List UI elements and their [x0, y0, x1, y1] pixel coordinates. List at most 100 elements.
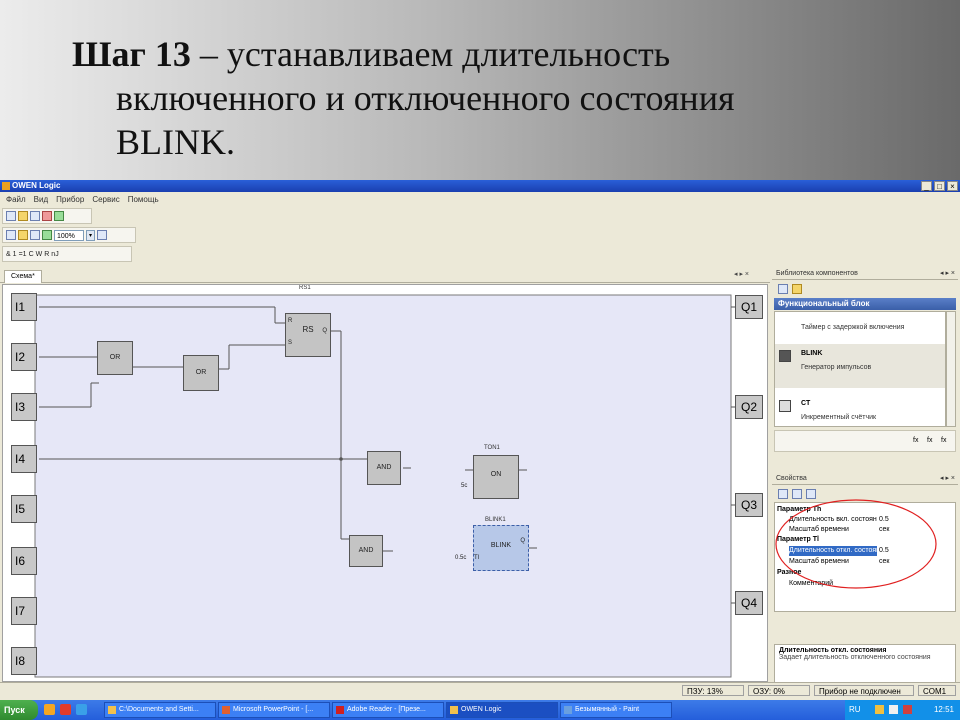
task-owen-logic[interactable]: OWEN Logic [446, 702, 558, 718]
task-acrobat[interactable]: Adobe Reader - [Презе... [332, 702, 444, 718]
library-panel-title: Библиотека компонентов ◂ ▸ × [772, 268, 958, 280]
rs-trigger-block[interactable]: RS R S Q [285, 313, 331, 357]
window-title: OWEN Logic [12, 181, 61, 190]
language-indicator[interactable]: RU [849, 700, 861, 720]
zoom-out-icon[interactable] [42, 230, 52, 240]
output-port-q3[interactable]: Q3 [735, 493, 763, 517]
save-icon[interactable] [30, 211, 40, 221]
menu-service[interactable]: Сервис [92, 193, 119, 207]
library-item-blink[interactable]: BLINK Генератор импульсов [775, 344, 945, 388]
zoom-fit-icon[interactable] [30, 230, 40, 240]
status-device: Прибор не подключен [814, 685, 914, 696]
new-file-icon[interactable] [6, 211, 16, 221]
menu-view[interactable]: Вид [34, 193, 48, 207]
fx-button-2[interactable]: fx [927, 437, 932, 444]
tray-volume-icon[interactable] [889, 705, 898, 714]
ton-time-input: 5c [461, 483, 468, 489]
library-item-ton[interactable]: Таймер с задержкой включения [775, 312, 945, 342]
and-gate-2[interactable]: AND [349, 535, 383, 567]
input-port-i2[interactable]: I2 [11, 343, 37, 371]
menu-file[interactable]: Файл [6, 193, 26, 207]
task-explorer[interactable]: C:\Documents and Setti... [104, 702, 216, 718]
library-category-header[interactable]: Функциональный блок [774, 298, 956, 310]
menubar: Файл Вид Прибор Сервис Помощь [0, 193, 960, 207]
menu-help[interactable]: Помощь [128, 193, 159, 207]
and-gate-tool[interactable]: & [6, 251, 11, 258]
panel-controls-icon[interactable]: ◂ ▸ × [940, 268, 955, 280]
output-port-q4[interactable]: Q4 [735, 591, 763, 615]
property-description-title: Длительность откл. состояния [779, 647, 887, 654]
chevron-down-icon[interactable]: ▾ [86, 229, 95, 241]
or-gate-tool[interactable]: 1 [13, 251, 17, 258]
device-write-icon[interactable] [42, 211, 52, 221]
open-folder-icon[interactable] [18, 211, 28, 221]
zoom-select[interactable]: 100% [54, 229, 84, 241]
quicklaunch-opera-icon[interactable] [60, 704, 71, 715]
input-port-i3[interactable]: I3 [11, 393, 37, 421]
xor-gate-tool[interactable]: =1 [19, 251, 27, 258]
logic-toolbar: & 1 =1 C W R nJ [2, 246, 132, 262]
output-port-q1[interactable]: Q1 [735, 295, 763, 319]
input-port-i4[interactable]: I4 [11, 445, 37, 473]
panel-controls-icon[interactable]: ◂ ▸ × [940, 473, 955, 485]
task-powerpoint[interactable]: Microsoft PowerPoint - [... [218, 702, 330, 718]
quicklaunch-browser-icon[interactable] [44, 704, 55, 715]
and-gate-2-label: AND [358, 547, 374, 554]
grid-icon[interactable] [6, 230, 16, 240]
tab-scheme[interactable]: Схема* [4, 270, 42, 283]
fx-button-1[interactable]: fx [913, 437, 918, 444]
minimize-button[interactable]: _ [921, 181, 932, 191]
quicklaunch-ie-icon[interactable] [76, 704, 87, 715]
slide-header: Шаг 13 – устанавливаем длительность вклю… [0, 0, 960, 180]
task-acrobat-label: Adobe Reader - [Презе... [347, 706, 426, 713]
statusbar: ПЗУ: 13% ОЗУ: 0% Прибор не подключен COM… [0, 682, 960, 699]
schematic-canvas[interactable]: I1 I2 I3 I4 I5 I6 I7 I8 Q1 Q2 Q3 Q4 RS1 … [2, 284, 768, 682]
fx-button-3[interactable]: fx [941, 437, 946, 444]
zoom-in-icon[interactable] [18, 230, 28, 240]
ton-timer-block[interactable]: ON [473, 455, 519, 499]
list-view-icon[interactable] [778, 284, 788, 294]
device-read-icon[interactable] [54, 211, 64, 221]
input-port-i5[interactable]: I5 [11, 495, 37, 523]
rs-block-caption: RS1 [299, 285, 311, 291]
input-port-i6[interactable]: I6 [11, 547, 37, 575]
input-port-i8[interactable]: I8 [11, 647, 37, 675]
input-port-i7[interactable]: I7 [11, 597, 37, 625]
window-titlebar[interactable]: OWEN Logic _ □ × [0, 180, 960, 192]
library-toolbar [772, 281, 958, 297]
close-button[interactable]: × [947, 181, 958, 191]
system-tray: RU 12:51 [845, 700, 960, 720]
tray-security-icon[interactable] [903, 705, 912, 714]
owen-logic-icon [450, 706, 458, 714]
or-gate-1[interactable]: OR [97, 341, 133, 375]
write-tool[interactable]: W [36, 251, 43, 258]
or-gate-2[interactable]: OR [183, 355, 219, 391]
ton-block-label: ON [490, 471, 502, 478]
output-port-q2[interactable]: Q2 [735, 395, 763, 419]
rs-pin-s: S [288, 340, 293, 346]
task-owen-logic-label: OWEN Logic [461, 706, 502, 713]
blink-block[interactable]: BLINK Q [473, 525, 529, 571]
property-description: Длительность откл. состояния Задает длит… [774, 644, 956, 684]
jump-tool[interactable]: nJ [51, 251, 58, 258]
start-button[interactable]: Пуск [0, 700, 38, 720]
rs-pin-q: Q [322, 328, 327, 334]
tab-navigation-controls[interactable]: ◂ ▸ × [734, 270, 749, 278]
and-gate-1[interactable]: AND [367, 451, 401, 485]
library-item-ct[interactable]: CT Инкрементный счётчик [775, 396, 945, 426]
blink-tl-input: Tl [474, 555, 479, 561]
task-powerpoint-label: Microsoft PowerPoint - [... [233, 706, 314, 713]
tray-network-icon[interactable] [875, 705, 884, 714]
maximize-button[interactable]: □ [934, 181, 945, 191]
task-paint[interactable]: Безымянный - Paint [560, 702, 672, 718]
read-tool[interactable]: R [44, 251, 49, 258]
library-scrollbar[interactable] [946, 311, 956, 427]
input-port-i1[interactable]: I1 [11, 293, 37, 321]
constant-tool[interactable]: C [29, 251, 34, 258]
menu-device[interactable]: Прибор [56, 193, 84, 207]
slide-title-step: Шаг 13 [72, 34, 191, 74]
file-toolbar [2, 208, 92, 224]
filter-icon[interactable] [792, 284, 802, 294]
slide-title-line2: включенного и отключенного состояния [116, 78, 735, 118]
table-view-icon[interactable] [97, 230, 107, 240]
